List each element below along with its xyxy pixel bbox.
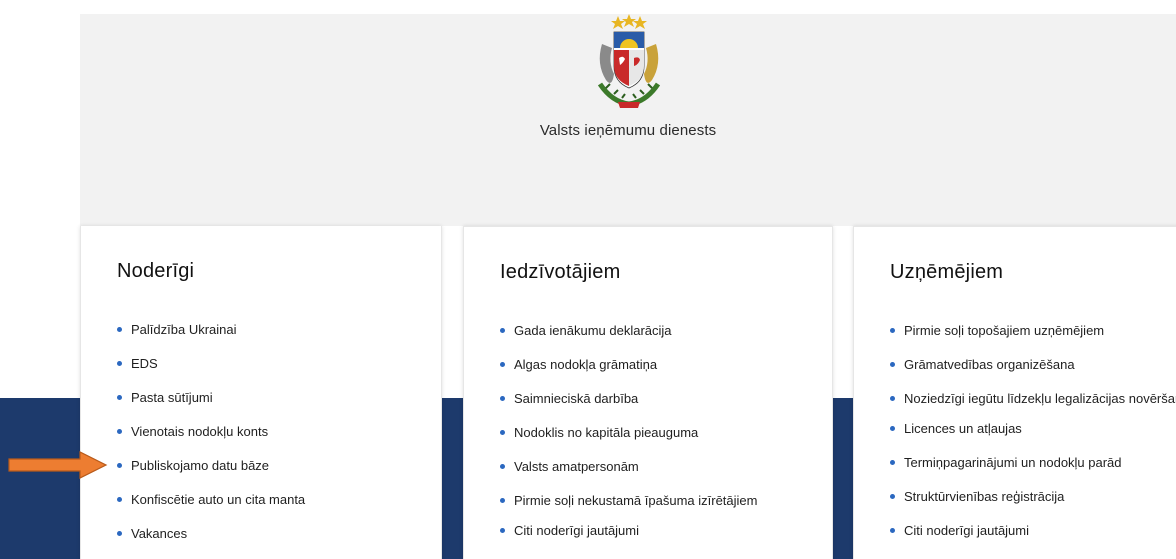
bullet-icon bbox=[890, 528, 895, 533]
bullet-icon bbox=[500, 464, 505, 469]
card-noderigi: Noderīgi Palīdzība Ukrainai EDS Pasta sū… bbox=[80, 226, 442, 559]
bullet-icon bbox=[117, 327, 122, 332]
list-item[interactable]: Gada ienākumu deklarācija bbox=[500, 323, 808, 338]
link-label[interactable]: Termiņpagarinājumi un nodokļu parād bbox=[904, 455, 1122, 470]
bullet-icon bbox=[117, 497, 122, 502]
card-uznemejiem: Uzņēmējiem Pirmie soļi topošajiem uzņēmē… bbox=[853, 226, 1176, 559]
link-label[interactable]: Vienotais nodokļu konts bbox=[131, 424, 268, 439]
bullet-icon bbox=[500, 362, 505, 367]
list-item[interactable]: Pirmie soļi topošajiem uzņēmējiem bbox=[890, 323, 1170, 338]
list-item[interactable]: EDS bbox=[117, 356, 417, 371]
list-item[interactable]: Vakances bbox=[117, 526, 417, 541]
list-item[interactable]: Struktūrvienības reģistrācija bbox=[890, 489, 1170, 504]
link-label[interactable]: Noziedzīgi iegūtu līdzekļu legalizācijas… bbox=[904, 391, 1176, 406]
list-item[interactable]: Pirmie soļi nekustamā īpašuma izīrētājie… bbox=[500, 493, 808, 508]
link-list: Gada ienākumu deklarācija Algas nodokļa … bbox=[500, 323, 808, 557]
bullet-icon bbox=[117, 395, 122, 400]
bullet-icon bbox=[890, 328, 895, 333]
bullet-icon bbox=[117, 531, 122, 536]
list-item[interactable]: Konfiscētie auto un cita manta bbox=[117, 492, 417, 507]
bullet-icon bbox=[117, 429, 122, 434]
list-item[interactable]: Algas nodokļa grāmatiņa bbox=[500, 357, 808, 372]
link-label[interactable]: Pirmie soļi topošajiem uzņēmējiem bbox=[904, 323, 1104, 338]
link-list: Pirmie soļi topošajiem uzņēmējiem Grāmat… bbox=[890, 323, 1176, 557]
link-label[interactable]: Valsts amatpersonām bbox=[514, 459, 639, 474]
link-label[interactable]: Publiskojamo datu bāze bbox=[131, 458, 269, 473]
bullet-icon bbox=[500, 498, 505, 503]
list-item[interactable]: Nodoklis no kapitāla pieauguma bbox=[500, 425, 808, 440]
link-label[interactable]: Pasta sūtījumi bbox=[131, 390, 213, 405]
list-item[interactable]: Termiņpagarinājumi un nodokļu parād bbox=[890, 455, 1170, 470]
link-label[interactable]: Citi noderīgi jautājumi bbox=[514, 523, 639, 538]
page: Valsts ieņēmumu dienests Noderīgi Palīdz… bbox=[0, 0, 1176, 559]
link-label[interactable]: Konfiscētie auto un cita manta bbox=[131, 492, 305, 507]
list-item[interactable]: Licences un atļaujas bbox=[890, 421, 1170, 436]
link-label[interactable]: Vakances bbox=[131, 526, 187, 541]
link-label[interactable]: Licences un atļaujas bbox=[904, 421, 1022, 436]
link-list: Palīdzība Ukrainai EDS Pasta sūtījumi Vi… bbox=[117, 322, 417, 559]
coat-of-arms-logo[interactable] bbox=[592, 14, 666, 112]
annotation-arrow-icon bbox=[8, 451, 108, 479]
link-label[interactable]: Palīdzība Ukrainai bbox=[131, 322, 237, 337]
bullet-icon bbox=[500, 528, 505, 533]
list-item[interactable]: Publiskojamo datu bāze bbox=[117, 458, 417, 473]
agency-name: Valsts ieņēmumu dienests bbox=[539, 122, 717, 139]
card-iedzivotajiem: Iedzīvotājiem Gada ienākumu deklarācija … bbox=[463, 226, 833, 559]
link-label[interactable]: Saimnieciskā darbība bbox=[514, 391, 638, 406]
list-item[interactable]: Palīdzība Ukrainai bbox=[117, 322, 417, 337]
list-item[interactable]: Noziedzīgi iegūtu līdzekļu legalizācijas… bbox=[890, 391, 1176, 406]
bullet-icon bbox=[890, 460, 895, 465]
link-label[interactable]: Pirmie soļi nekustamā īpašuma izīrētājie… bbox=[514, 493, 814, 508]
bullet-icon bbox=[500, 328, 505, 333]
bullet-icon bbox=[117, 361, 122, 366]
list-item[interactable]: Saimnieciskā darbība bbox=[500, 391, 808, 406]
bullet-icon bbox=[500, 396, 505, 401]
link-label[interactable]: EDS bbox=[131, 356, 158, 371]
list-item[interactable]: Citi noderīgi jautājumi bbox=[890, 523, 1170, 538]
list-item[interactable]: Grāmatvedības organizēšana bbox=[890, 357, 1170, 372]
list-item[interactable]: Vienotais nodokļu konts bbox=[117, 424, 417, 439]
list-item[interactable]: Pasta sūtījumi bbox=[117, 390, 417, 405]
link-label[interactable]: Grāmatvedības organizēšana bbox=[904, 357, 1075, 372]
link-label[interactable]: Citi noderīgi jautājumi bbox=[904, 523, 1029, 538]
link-label[interactable]: Gada ienākumu deklarācija bbox=[514, 323, 672, 338]
list-item[interactable]: Valsts amatpersonām bbox=[500, 459, 808, 474]
bullet-icon bbox=[890, 426, 895, 431]
card-title: Iedzīvotājiem bbox=[500, 261, 621, 283]
bullet-icon bbox=[890, 494, 895, 499]
card-title: Noderīgi bbox=[117, 260, 195, 282]
bullet-icon bbox=[117, 463, 122, 468]
link-label[interactable]: Struktūrvienības reģistrācija bbox=[904, 489, 1064, 504]
bullet-icon bbox=[500, 430, 505, 435]
bullet-icon bbox=[890, 362, 895, 367]
card-title: Uzņēmējiem bbox=[890, 261, 1004, 283]
link-label[interactable]: Algas nodokļa grāmatiņa bbox=[514, 357, 657, 372]
bullet-icon bbox=[890, 396, 895, 401]
list-item[interactable]: Citi noderīgi jautājumi bbox=[500, 523, 808, 538]
link-label[interactable]: Nodoklis no kapitāla pieauguma bbox=[514, 425, 698, 440]
